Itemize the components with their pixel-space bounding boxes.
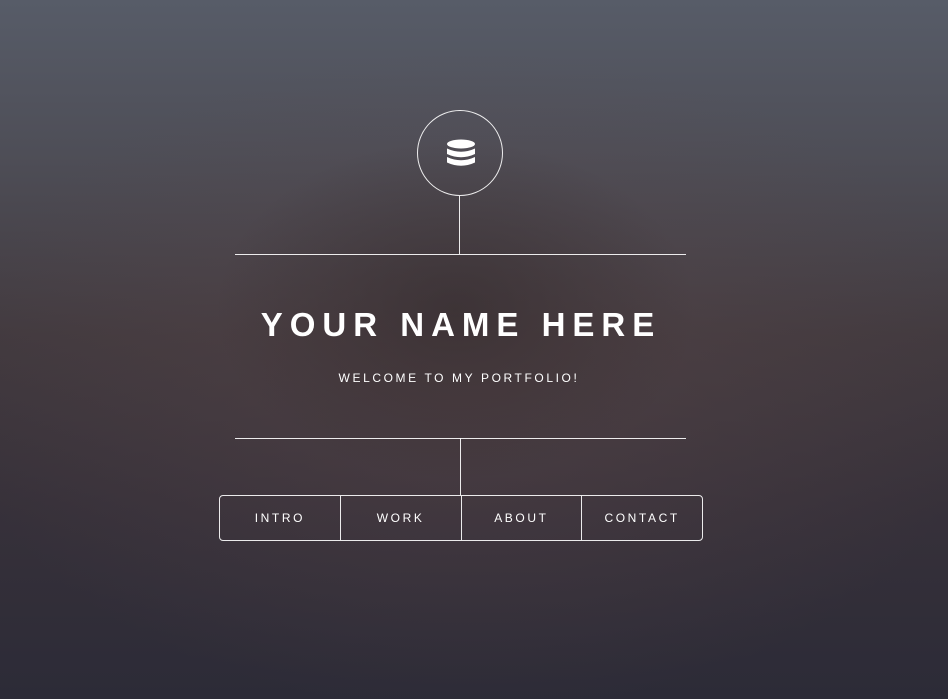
nav-item-about[interactable]: ABOUT: [460, 496, 582, 540]
nav-item-work[interactable]: WORK: [339, 496, 461, 540]
database-icon: [447, 139, 475, 166]
nav-item-intro[interactable]: INTRO: [220, 496, 340, 540]
page-title: YOUR NAME HERE: [260, 306, 662, 343]
portfolio-page: YOUR NAME HERE WELCOME TO MY PORTFOLIO! …: [0, 0, 948, 699]
top-divider: [235, 254, 686, 255]
logo-circle: [417, 110, 503, 196]
main-nav: INTRO WORK ABOUT CONTACT: [219, 495, 703, 541]
nav-item-contact[interactable]: CONTACT: [581, 496, 702, 540]
nav-connector-line: [460, 438, 461, 495]
tagline: WELCOME TO MY PORTFOLIO!: [338, 371, 580, 385]
logo-connector-line: [459, 196, 460, 254]
